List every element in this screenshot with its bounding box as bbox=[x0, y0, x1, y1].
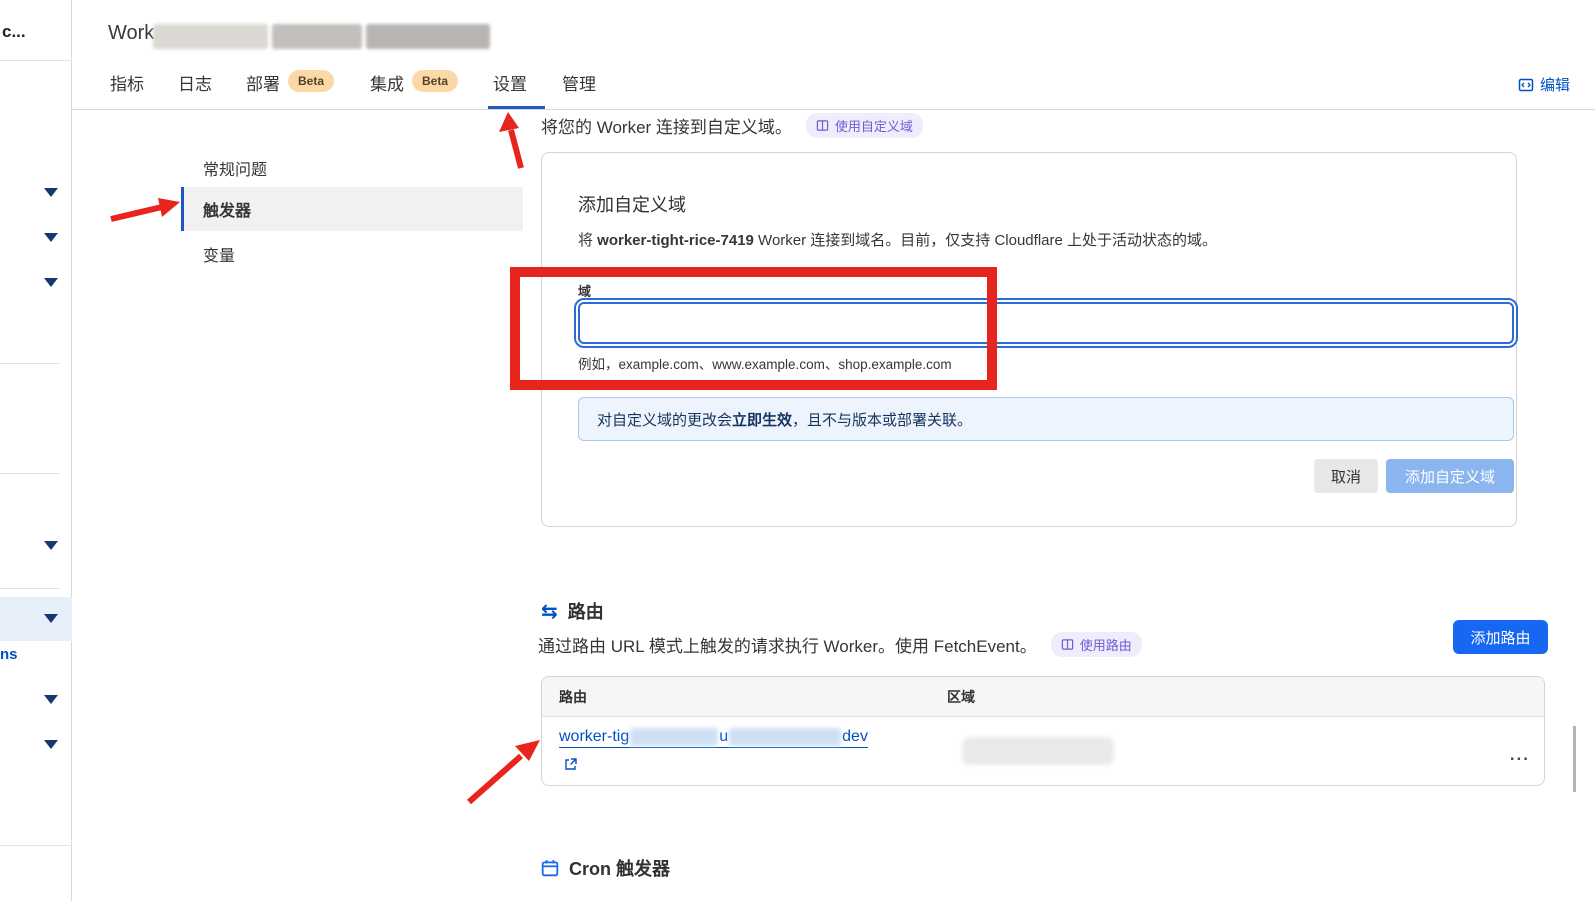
intro-text: 将您的 Worker 连接到自定义域。 bbox=[541, 118, 792, 137]
scrollbar-thumb[interactable] bbox=[1573, 726, 1576, 792]
beta-badge: Beta bbox=[412, 70, 459, 92]
route-mid: u bbox=[719, 728, 729, 745]
chevron-down-icon[interactable] bbox=[44, 541, 58, 550]
routes-section-title: ⇆ 路由 bbox=[541, 598, 604, 624]
notice-prefix: 对自定义域的更改会 bbox=[597, 411, 733, 429]
redacted-route-block bbox=[729, 728, 842, 746]
edit-code-link[interactable]: 编辑 bbox=[1518, 74, 1570, 95]
desc-prefix: 将 bbox=[578, 232, 598, 249]
redacted-zone-block bbox=[962, 737, 1114, 765]
annotation-arrow-settings-tab bbox=[499, 112, 524, 169]
docs-badge-custom-domains[interactable]: 使用自定义域 bbox=[805, 113, 923, 138]
chevron-down-icon[interactable] bbox=[44, 278, 58, 287]
routes-table: 路由 区域 worker-tig u dev ... bbox=[541, 676, 1545, 786]
routes-description: 通过路由 URL 模式上触发的请求执行 Worker。使用 FetchEvent… bbox=[538, 632, 1142, 657]
book-icon bbox=[1061, 639, 1073, 650]
sidebar-divider bbox=[0, 588, 60, 589]
workers-settings-page: c... ns Work 指标 日志 部署 Beta 集成 Beta 设置 管理… bbox=[0, 0, 1595, 901]
column-header-zone: 区域 bbox=[947, 688, 975, 705]
card-description: 将 worker-tight-rice-7419 Worker 连接到域名。目前… bbox=[578, 229, 1217, 250]
desc-suffix: Worker 连接到域名。目前，仅支持 Cloudflare 上处于活动状态的域… bbox=[753, 232, 1217, 249]
route-url-link[interactable]: worker-tig u dev bbox=[559, 728, 868, 748]
tab-manage[interactable]: 管理 bbox=[562, 70, 596, 95]
book-icon bbox=[816, 120, 829, 131]
sidebar-item-clipped[interactable]: ns bbox=[0, 646, 18, 663]
tab-metrics[interactable]: 指标 bbox=[110, 70, 144, 95]
settings-nav-variables[interactable]: 变量 bbox=[181, 232, 523, 276]
tab-deployments[interactable]: 部署 bbox=[246, 70, 280, 95]
routes-desc-text: 通过路由 URL 模式上触发的请求执行 Worker。使用 FetchEvent… bbox=[538, 637, 1037, 656]
sidebar-item-active[interactable] bbox=[0, 597, 72, 641]
sidebar-divider bbox=[0, 363, 60, 364]
sidebar-divider bbox=[0, 60, 72, 61]
cron-section-title: Cron 触发器 bbox=[541, 855, 670, 881]
chevron-down-icon bbox=[44, 614, 58, 623]
external-link-icon[interactable] bbox=[564, 757, 578, 771]
annotation-arrow-triggers bbox=[110, 198, 180, 222]
chevron-down-icon[interactable] bbox=[44, 695, 58, 704]
nav-label: 变量 bbox=[203, 248, 236, 265]
account-sidebar: c... ns bbox=[0, 0, 72, 901]
sidebar-divider bbox=[0, 473, 60, 474]
calendar-icon bbox=[541, 860, 559, 877]
custom-domain-intro: 将您的 Worker 连接到自定义域。 使用自定义域 bbox=[541, 113, 923, 138]
route-suffix: dev bbox=[842, 728, 868, 745]
row-more-options-button[interactable]: ... bbox=[1510, 745, 1530, 765]
cron-title-label: Cron 触发器 bbox=[569, 859, 670, 879]
docs-badge-label: 使用路由 bbox=[1079, 638, 1132, 653]
annotation-arrow-route bbox=[467, 740, 540, 805]
tab-integrations[interactable]: 集成 bbox=[370, 70, 404, 95]
redacted-title-block bbox=[366, 24, 490, 49]
page-title: Work bbox=[108, 22, 155, 44]
tab-logs[interactable]: 日志 bbox=[178, 70, 212, 95]
edit-code-label: 编辑 bbox=[1540, 77, 1571, 94]
chevron-down-icon[interactable] bbox=[44, 740, 58, 749]
docs-badge-label: 使用自定义域 bbox=[834, 119, 913, 134]
cancel-button[interactable]: 取消 bbox=[1314, 459, 1378, 493]
worker-name: worker-tight-rice-7419 bbox=[597, 232, 754, 249]
routes-table-header: 路由 区域 bbox=[542, 677, 1544, 717]
add-custom-domain-button[interactable]: 添加自定义域 bbox=[1386, 459, 1514, 493]
redacted-title-block bbox=[272, 24, 362, 49]
settings-nav-triggers[interactable]: 触发器 bbox=[181, 187, 523, 231]
account-name[interactable]: c... bbox=[2, 22, 26, 42]
chevron-down-icon[interactable] bbox=[44, 233, 58, 242]
notice-bold: 立即生效 bbox=[732, 411, 793, 429]
beta-badge: Beta bbox=[288, 70, 335, 92]
settings-nav-general[interactable]: 常规问题 bbox=[181, 146, 523, 190]
annotation-red-rectangle bbox=[510, 267, 997, 390]
immediate-effect-notice: 对自定义域的更改会 立即生效 ，且不与版本或部署关联。 bbox=[578, 397, 1514, 441]
routes-swap-icon: ⇆ bbox=[541, 600, 558, 623]
nav-label: 触发器 bbox=[203, 203, 252, 220]
route-prefix: worker-tig bbox=[559, 728, 630, 745]
nav-label: 常规问题 bbox=[203, 162, 268, 179]
redacted-route-block bbox=[630, 728, 719, 746]
notice-suffix: ，且不与版本或部署关联。 bbox=[792, 411, 973, 429]
code-editor-icon bbox=[1518, 78, 1534, 91]
chevron-down-icon[interactable] bbox=[44, 188, 58, 197]
sidebar-divider bbox=[0, 845, 72, 846]
tab-settings[interactable]: 设置 bbox=[493, 70, 527, 95]
add-route-button[interactable]: 添加路由 bbox=[1453, 620, 1548, 654]
card-title: 添加自定义域 bbox=[578, 195, 686, 215]
tabbar-border bbox=[72, 109, 1595, 110]
column-header-route: 路由 bbox=[559, 688, 587, 705]
routes-title-label: 路由 bbox=[567, 602, 604, 622]
redacted-title-block bbox=[153, 24, 268, 49]
docs-badge-routes[interactable]: 使用路由 bbox=[1050, 632, 1142, 657]
